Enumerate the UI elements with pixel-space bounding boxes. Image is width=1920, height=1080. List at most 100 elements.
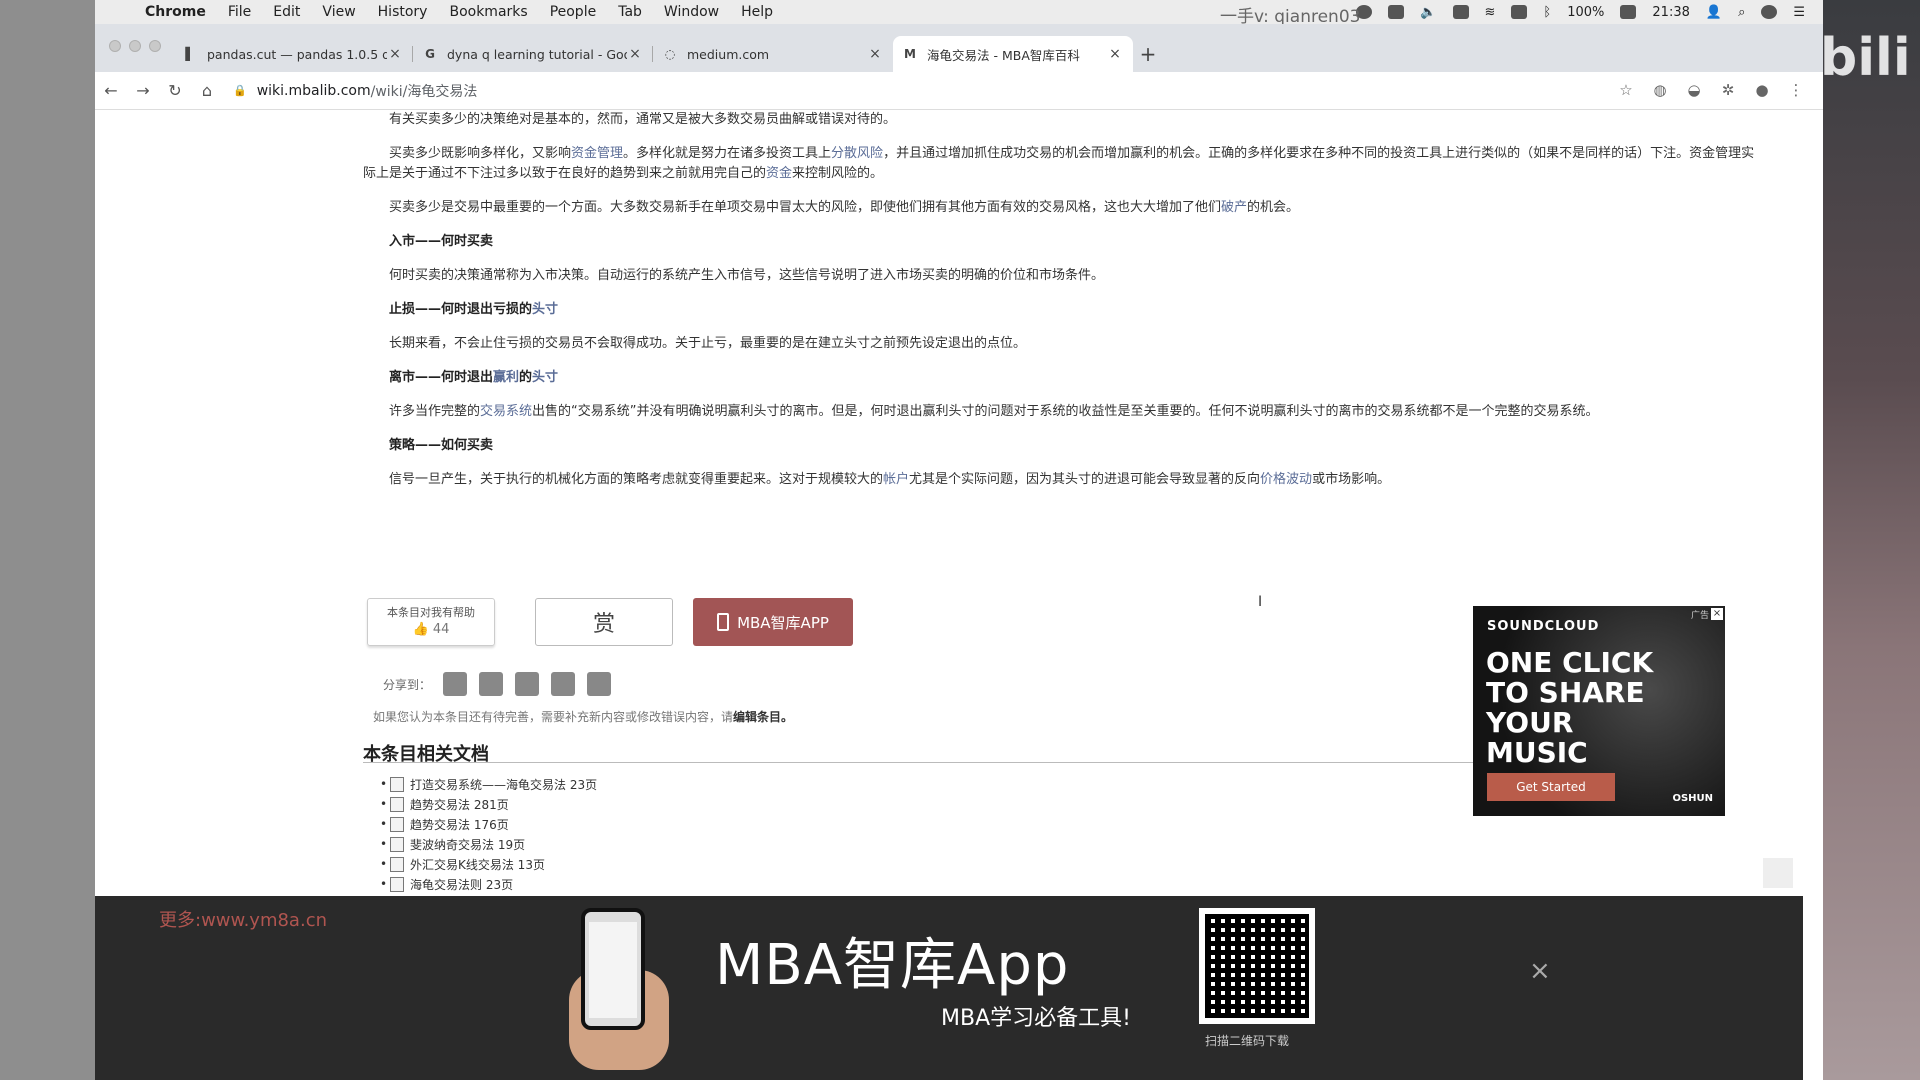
scroll-to-top-button[interactable] [1763, 858, 1793, 888]
tab-pandas-cut[interactable]: ▌ pandas.cut — pandas 1.0.5 do × [173, 36, 413, 72]
menubar-status-area: 🔈 ≋ ᛒ 100% 21:38 👤 ⌕ ☰ [1356, 5, 1823, 20]
bluetooth-icon[interactable]: ᛒ [1543, 5, 1551, 20]
helpful-label: 本条目对我有帮助 [387, 606, 475, 619]
video-source-watermark: 更多:www.ym8a.cn [159, 910, 327, 931]
phone-image [581, 908, 645, 1030]
helpful-button[interactable]: 本条目对我有帮助 👍 44 [367, 598, 495, 646]
paragraph: 许多当作完整的交易系统出售的“交易系统”并没有明确说明赢利头寸的离市。但是，何时… [389, 404, 1599, 419]
google-icon: G [425, 47, 435, 61]
close-window-button[interactable] [109, 40, 121, 52]
paragraph: 长期来看，不会止住亏损的交易员不会取得成功。关于止亏，最重要的是在建立头寸之前预… [389, 336, 1027, 351]
ad-label: 广告 [1690, 611, 1709, 621]
plus-icon[interactable] [587, 672, 612, 696]
wifi-icon[interactable]: ≋ [1485, 5, 1496, 20]
mac-menubar: Chrome File Edit View History Bookmarks … [95, 0, 1823, 27]
user-icon[interactable]: 👤 [1706, 5, 1722, 20]
list-item[interactable]: • 趋势交易法 176页 [380, 814, 597, 834]
pandas-icon: ▌ [185, 47, 195, 61]
qzone-icon[interactable] [515, 672, 540, 696]
extension-icon[interactable]: ◍ [1651, 81, 1669, 99]
menu-app-chrome[interactable]: Chrome [145, 4, 206, 20]
close-banner-icon[interactable]: × [1529, 956, 1551, 986]
input-method-icon[interactable] [1511, 5, 1528, 19]
battery-icon[interactable] [1620, 5, 1637, 19]
home-icon[interactable]: ⌂ [191, 81, 223, 100]
close-ad-icon[interactable]: × [1711, 608, 1723, 620]
link-position[interactable]: 头寸 [532, 370, 558, 385]
desktop-background-left [0, 0, 95, 1080]
section-heading: 入市——何时买卖 [389, 234, 494, 249]
link-account[interactable]: 帐户 [883, 472, 909, 487]
menu-history[interactable]: History [378, 4, 428, 20]
close-tab-icon[interactable]: × [867, 46, 883, 62]
bookmark-star-icon[interactable]: ☆ [1617, 81, 1635, 99]
mba-icon: M [904, 47, 916, 61]
edit-entry-link[interactable]: 编辑条目。 [733, 710, 793, 724]
more-menu-icon[interactable]: ⋮ [1787, 81, 1805, 99]
siri-icon[interactable] [1761, 5, 1778, 19]
link-diversify-risk[interactable]: 分散风险 [831, 146, 883, 161]
list-item[interactable]: • 斐波纳奇交易法 19页 [380, 834, 597, 854]
renren-icon[interactable] [551, 672, 576, 696]
link-fund-management[interactable]: 资金管理 [571, 146, 623, 161]
link-position[interactable]: 头寸 [532, 302, 558, 317]
screen: bili Chrome File Edit View History Bookm… [0, 0, 1920, 1080]
menu-people[interactable]: People [550, 4, 597, 20]
spotlight-search-icon[interactable]: ⌕ [1738, 5, 1745, 20]
zoom-window-button[interactable] [149, 40, 161, 52]
address-bar[interactable]: 🔒 wiki.mbalib.com /wiki/海龟交易法 [233, 77, 477, 105]
get-started-button[interactable]: Get Started [1487, 773, 1615, 801]
volume-icon[interactable]: 🔈 [1420, 5, 1436, 20]
extensions-area: ☆ ◍ ◒ ✲ ● ⋮ [1617, 81, 1805, 99]
article-actions: 本条目对我有帮助 👍 44 赏 MBA智库APP [367, 598, 853, 646]
minimize-window-button[interactable] [129, 40, 141, 52]
close-tab-icon[interactable]: × [387, 46, 403, 62]
extension-icon[interactable]: ✲ [1719, 81, 1737, 99]
reward-button[interactable]: 赏 [535, 598, 673, 646]
link-capital[interactable]: 资金 [766, 166, 792, 181]
list-item[interactable]: • 打造交易系统——海龟交易法 23页 [380, 774, 597, 794]
profile-avatar[interactable]: ● [1753, 81, 1771, 99]
section-heading: 策略——如何买卖 [389, 438, 494, 453]
notification-center-icon[interactable]: ☰ [1793, 5, 1805, 20]
reload-icon[interactable]: ↻ [159, 81, 191, 100]
airplay-icon[interactable] [1452, 5, 1469, 19]
tab-title: medium.com [687, 46, 770, 62]
close-tab-icon[interactable]: × [1107, 46, 1123, 62]
related-docs-list: • 打造交易系统——海龟交易法 23页 • 趋势交易法 281页 • 趋势交易法 17… [380, 774, 597, 894]
list-item[interactable]: • 外汇交易K线交易法 13页 [380, 854, 597, 874]
menu-file[interactable]: File [228, 4, 251, 20]
extension-icon[interactable]: ◒ [1685, 81, 1703, 99]
list-item[interactable]: • 趋势交易法 281页 [380, 794, 597, 814]
helpful-count: 👍 44 [412, 622, 450, 637]
clock[interactable]: 21:38 [1652, 5, 1689, 20]
wechat-icon[interactable] [443, 672, 468, 696]
menu-tab[interactable]: Tab [618, 4, 642, 20]
shield-icon[interactable] [1388, 5, 1405, 19]
lock-icon[interactable]: 🔒 [233, 84, 247, 97]
document-icon [390, 816, 404, 832]
qr-code [1199, 908, 1315, 1024]
close-tab-icon[interactable]: × [627, 46, 643, 62]
menu-edit[interactable]: Edit [273, 4, 300, 20]
tab-dyna-q[interactable]: G dyna q learning tutorial - Goog × [413, 36, 653, 72]
link-profit[interactable]: 赢利 [493, 370, 519, 385]
forward-icon[interactable]: → [127, 81, 159, 100]
menu-bookmarks[interactable]: Bookmarks [449, 4, 527, 20]
tab-mba-turtle[interactable]: M 海龟交易法 - MBA智库百科 × [893, 36, 1133, 72]
new-tab-button[interactable]: + [1133, 36, 1163, 72]
menu-view[interactable]: View [322, 4, 355, 20]
mba-app-button[interactable]: MBA智库APP [693, 598, 853, 646]
text-cursor-icon: I [1258, 594, 1263, 610]
tab-medium[interactable]: ◌ medium.com × [653, 36, 893, 72]
menu-help[interactable]: Help [741, 4, 773, 20]
list-item[interactable]: • 海龟交易法则 23页 [380, 874, 597, 894]
menu-window[interactable]: Window [664, 4, 719, 20]
link-price-volatility[interactable]: 价格波动 [1260, 472, 1312, 487]
back-icon[interactable]: ← [95, 81, 127, 100]
link-bankruptcy[interactable]: 破产 [1221, 200, 1247, 215]
soundcloud-ad[interactable]: 广告 × SOUNDCLOUD ONE CLICK TO SHARE YOUR … [1473, 606, 1725, 816]
link-trading-system[interactable]: 交易系统 [480, 404, 532, 419]
weibo-icon[interactable] [479, 672, 504, 696]
url-domain: wiki.mbalib.com [256, 82, 371, 99]
